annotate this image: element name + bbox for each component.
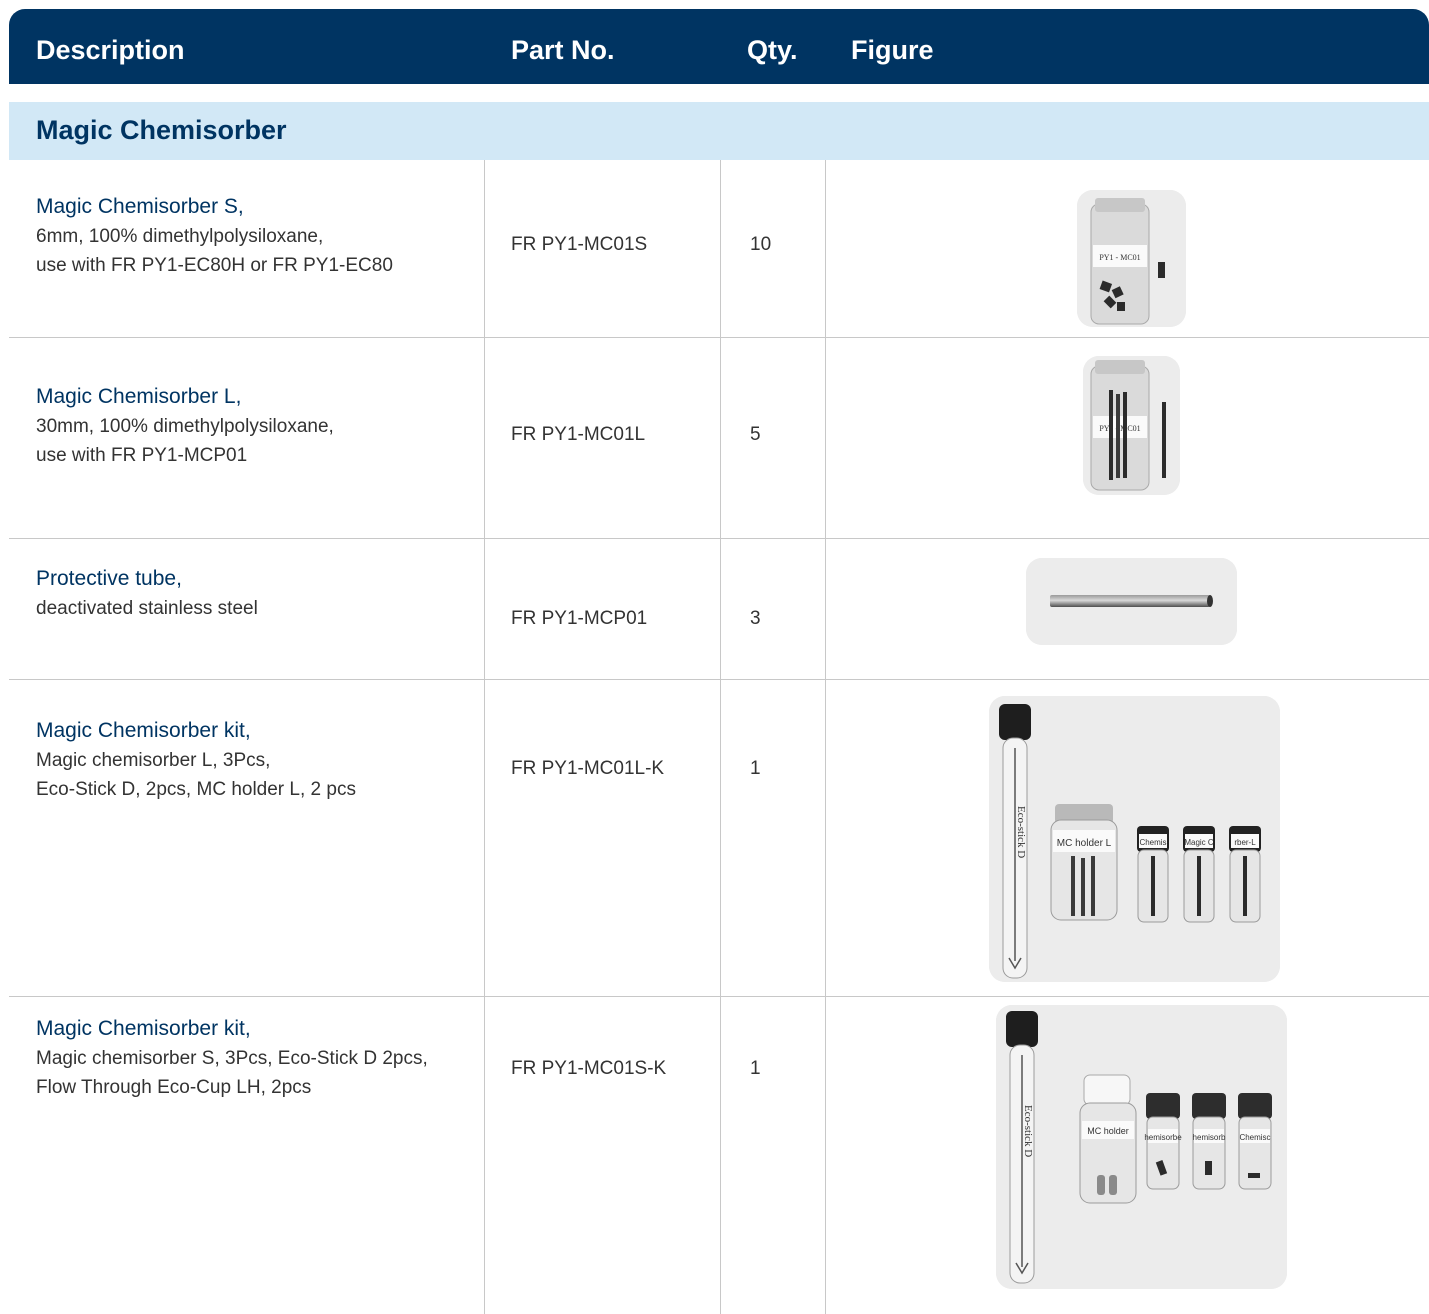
product-title: Magic Chemisorber kit, bbox=[36, 1017, 251, 1040]
product-image bbox=[1026, 558, 1237, 645]
description-line: deactivated stainless steel bbox=[36, 598, 258, 619]
part-number: FR PY1-MC01S bbox=[511, 234, 648, 255]
product-image: Eco-stick D MC holder L Chemis Magic C r… bbox=[989, 696, 1280, 982]
product-image: Eco-stick D MC holder hemisorbe hemisorb… bbox=[996, 1005, 1287, 1289]
part-number: FR PY1-MC01S-K bbox=[511, 1058, 667, 1079]
product-title: Magic Chemisorber L, bbox=[36, 385, 242, 408]
product-title: Protective tube, bbox=[36, 567, 182, 590]
row-description: Magic Chemisorber kit, Magic chemisorber… bbox=[36, 1014, 428, 1102]
part-number: FR PY1-MC01L bbox=[511, 424, 646, 445]
description-line: use with FR PY1-EC80H or FR PY1-EC80 bbox=[36, 255, 393, 276]
row-description: Magic Chemisorber kit, Magic chemisorber… bbox=[36, 716, 356, 804]
product-image: PY1 - MC01 bbox=[1083, 356, 1180, 495]
row-description: Magic Chemisorber S, 6mm, 100% dimethylp… bbox=[36, 192, 393, 280]
jar-label: MC holder bbox=[1087, 1126, 1129, 1136]
vial-label: PY1 - MC01 bbox=[1099, 253, 1140, 262]
row-divider bbox=[9, 996, 1429, 997]
tube-label: Eco-stick D bbox=[1022, 1105, 1034, 1157]
quantity: 10 bbox=[750, 234, 772, 255]
header-qty: Qty. bbox=[747, 35, 798, 65]
vial-label: hemisorbe bbox=[1144, 1133, 1182, 1142]
product-image: PY1 - MC01 bbox=[1077, 190, 1186, 327]
description-line: 6mm, 100% dimethylpolysiloxane, bbox=[36, 226, 324, 247]
quantity: 3 bbox=[750, 608, 761, 629]
part-number: FR PY1-MC01L-K bbox=[511, 758, 665, 779]
header-description: Description bbox=[36, 35, 185, 65]
row-divider bbox=[9, 337, 1429, 338]
column-divider bbox=[825, 160, 826, 1314]
description-line: Flow Through Eco-Cup LH, 2pcs bbox=[36, 1077, 312, 1098]
row-description: Protective tube, deactivated stainless s… bbox=[36, 564, 258, 623]
jar-label: MC holder L bbox=[1057, 838, 1112, 849]
row-divider bbox=[9, 538, 1429, 539]
description-line: Magic chemisorber S, 3Pcs, Eco-Stick D 2… bbox=[36, 1048, 428, 1069]
description-line: use with FR PY1-MCP01 bbox=[36, 445, 248, 466]
description-line: 30mm, 100% dimethylpolysiloxane, bbox=[36, 416, 334, 437]
quantity: 1 bbox=[750, 1058, 761, 1079]
header-part-no: Part No. bbox=[511, 35, 615, 65]
quantity: 5 bbox=[750, 424, 761, 445]
column-divider bbox=[484, 160, 485, 1314]
column-divider bbox=[720, 160, 721, 1314]
tube-label: Eco-stick D bbox=[1015, 806, 1027, 858]
table-header: Description Part No. Qty. Figure bbox=[9, 9, 1429, 84]
row-divider bbox=[9, 679, 1429, 680]
section-title: Magic Chemisorber bbox=[36, 115, 287, 145]
vial-label: rber-L bbox=[1234, 838, 1256, 847]
product-title: Magic Chemisorber kit, bbox=[36, 719, 251, 742]
vial-label: Chemisc bbox=[1239, 1133, 1270, 1142]
vial-label: hemisorb bbox=[1193, 1133, 1226, 1142]
vial-label: Magic C bbox=[1184, 838, 1214, 847]
vial-label: Chemis bbox=[1139, 838, 1166, 847]
description-line: Eco-Stick D, 2pcs, MC holder L, 2 pcs bbox=[36, 779, 356, 800]
part-number: FR PY1-MCP01 bbox=[511, 608, 648, 629]
section-header: Magic Chemisorber bbox=[9, 102, 1429, 160]
product-title: Magic Chemisorber S, bbox=[36, 195, 244, 218]
quantity: 1 bbox=[750, 758, 761, 779]
description-line: Magic chemisorber L, 3Pcs, bbox=[36, 750, 271, 771]
row-description: Magic Chemisorber L, 30mm, 100% dimethyl… bbox=[36, 382, 334, 470]
header-figure: Figure bbox=[851, 35, 934, 65]
